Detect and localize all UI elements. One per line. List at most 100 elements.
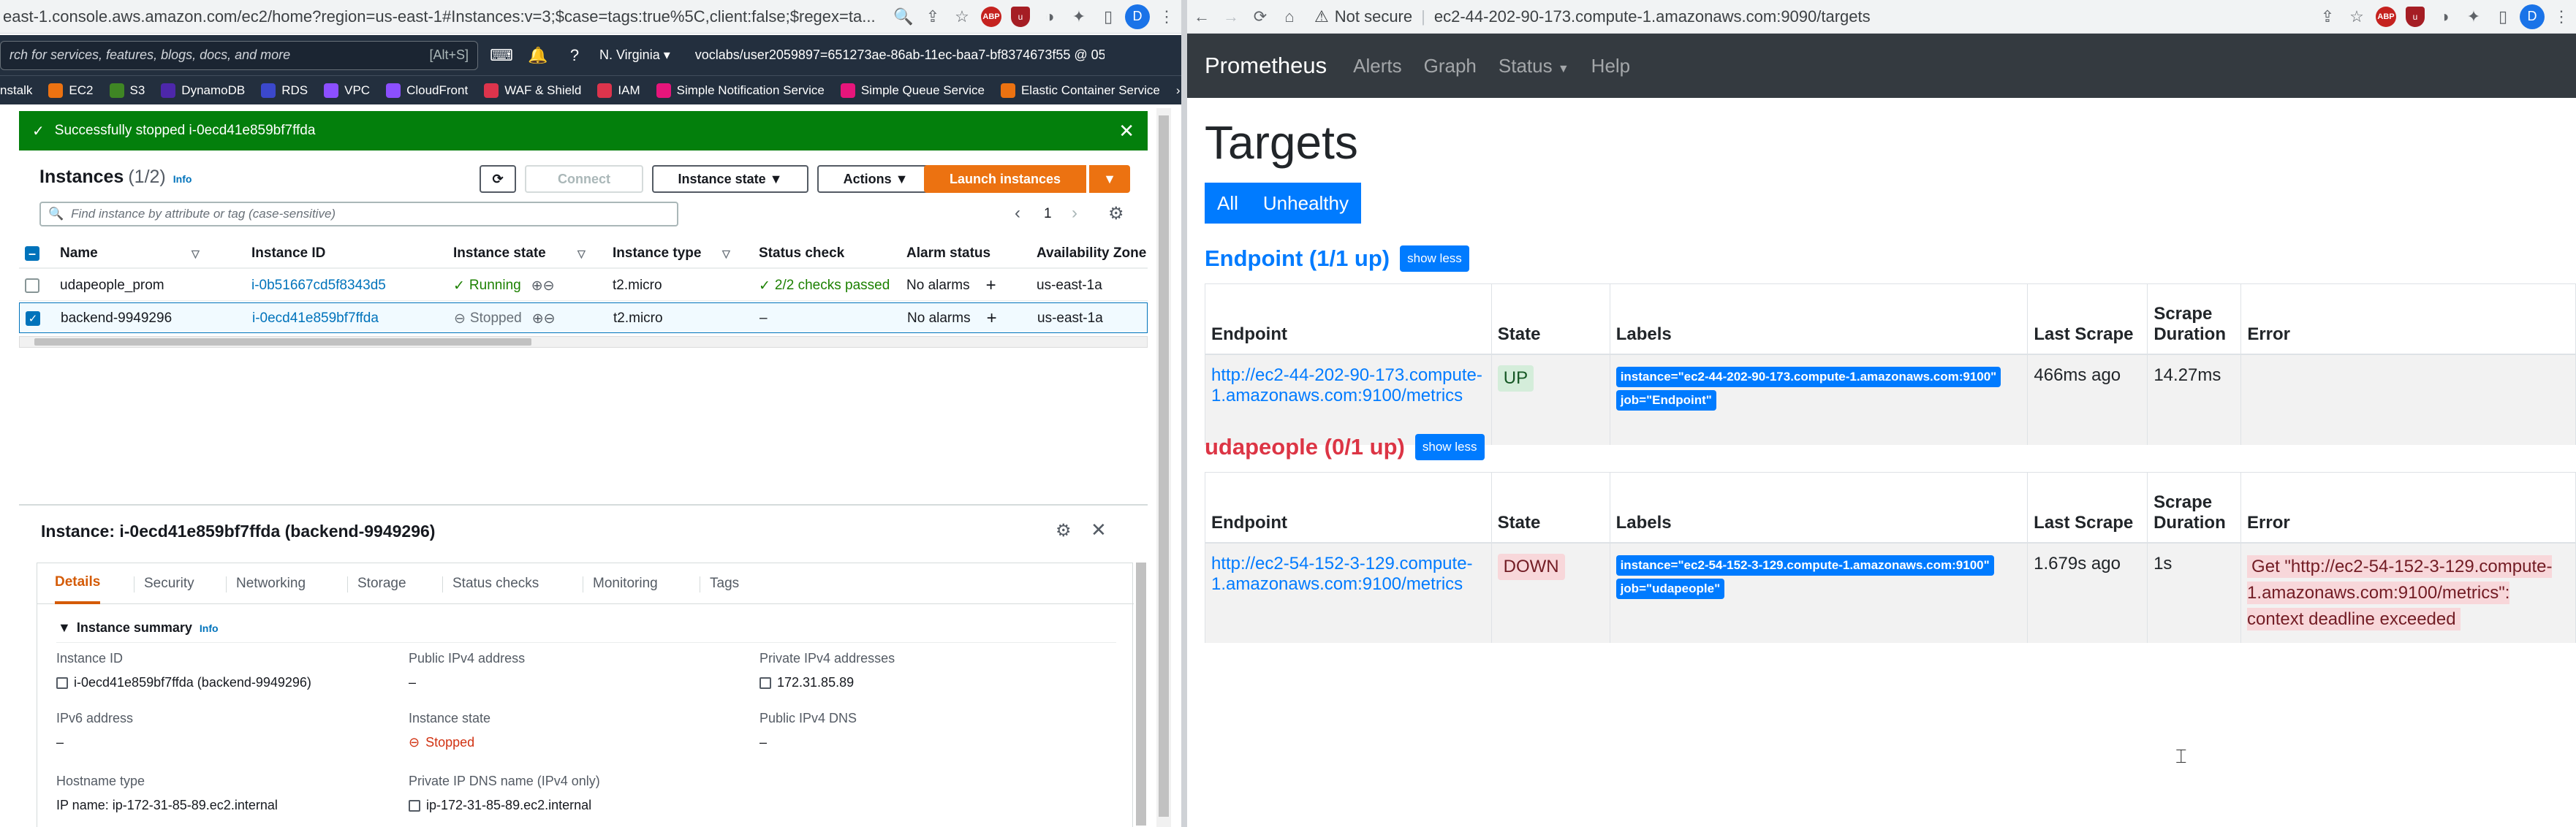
close-panel-icon[interactable]: ✕	[1091, 519, 1107, 541]
ublock-icon[interactable]: u	[2401, 2, 2430, 31]
nav-help[interactable]: Help	[1591, 55, 1630, 77]
tab-networking[interactable]: Networking	[236, 563, 306, 604]
star-icon[interactable]: ☆	[2342, 2, 2371, 31]
pool-title[interactable]: udapeople (0/1 up)	[1205, 434, 1405, 460]
left-address-bar[interactable]: east-1.console.aws.amazon.com/ec2/home?r…	[0, 0, 1181, 34]
star-icon[interactable]: ☆	[947, 2, 977, 31]
profile-avatar[interactable]: D	[1123, 2, 1152, 31]
forward-arrow-icon[interactable]: →	[1216, 2, 1246, 31]
favorites-more-icon[interactable]: ›	[1176, 83, 1181, 98]
column-header[interactable]: Status check	[759, 238, 844, 269]
help-icon[interactable]: ?	[560, 46, 589, 65]
horizontal-scrollbar[interactable]	[19, 336, 1148, 348]
extensions-icon[interactable]: ✦	[1064, 2, 1094, 31]
select-all-checkbox[interactable]: –	[25, 238, 39, 269]
sidebar-icon[interactable]: ▯	[1094, 2, 1123, 31]
next-page-icon[interactable]: ›	[1072, 203, 1077, 224]
extensions-icon[interactable]: ✦	[2459, 2, 2488, 31]
tab-storage[interactable]: Storage	[357, 563, 406, 604]
add-alarm-icon[interactable]: +	[987, 308, 997, 329]
info-link[interactable]: Info	[173, 173, 192, 185]
launch-instances-button[interactable]: Launch instances	[924, 165, 1086, 193]
favorite-vpc[interactable]: VPC	[324, 83, 370, 98]
tab-security[interactable]: Security	[144, 563, 194, 604]
column-header[interactable]: Alarm status	[906, 238, 990, 269]
nav-status[interactable]: Status ▼	[1499, 55, 1569, 77]
back-arrow-icon[interactable]: ←	[1187, 2, 1216, 31]
favorite-rds[interactable]: RDS	[261, 83, 308, 98]
endpoint-link[interactable]: http://ec2-54-152-3-129.compute-1.amazon…	[1211, 554, 1473, 594]
table-row[interactable]: udapeople_prom i-0b51667cd5f8343d5 ✓ Runnin…	[19, 270, 1148, 301]
copy-icon[interactable]	[759, 677, 771, 689]
copy-icon[interactable]	[56, 677, 68, 689]
show-less-button[interactable]: show less	[1414, 434, 1485, 460]
page-number[interactable]: 1	[1044, 206, 1052, 222]
region-selector[interactable]: N. Virginia ▾	[599, 47, 670, 63]
sort-icon[interactable]: ▽	[577, 248, 586, 260]
preferences-gear-icon[interactable]: ⚙	[1056, 520, 1072, 541]
favorite-simple-notification-service[interactable]: Simple Notification Service	[656, 83, 825, 98]
add-alarm-icon[interactable]: +	[986, 275, 996, 296]
column-header[interactable]: Instance ID	[251, 238, 325, 269]
tab-tags[interactable]: Tags	[710, 563, 739, 604]
menu-icon[interactable]: ⋮	[2547, 2, 2576, 31]
prev-page-icon[interactable]: ‹	[1015, 203, 1020, 224]
column-header[interactable]: Availability Zone	[1037, 238, 1146, 269]
zoom-icon[interactable]: ⊕⊖	[531, 278, 555, 294]
tab-status-checks[interactable]: Status checks	[452, 563, 539, 604]
filter-all-button[interactable]: All	[1205, 183, 1251, 224]
home-icon[interactable]: ⌂	[1275, 2, 1304, 31]
instance-id-link[interactable]: i-0b51667cd5f8343d5	[251, 278, 386, 294]
tab-details[interactable]: Details	[55, 563, 101, 604]
zoom-icon[interactable]: ⊕⊖	[532, 310, 556, 327]
window-divider[interactable]	[1181, 0, 1187, 827]
left-url[interactable]: east-1.console.aws.amazon.com/ec2/home?r…	[0, 7, 889, 26]
column-header[interactable]: Instance state ▽	[453, 238, 586, 269]
share-icon[interactable]: ⇪	[918, 2, 947, 31]
summary-heading[interactable]: ▼ Instance summary Info	[58, 620, 219, 636]
favorite-ec2[interactable]: EC2	[48, 83, 94, 98]
prometheus-brand[interactable]: Prometheus	[1205, 53, 1327, 79]
show-less-button[interactable]: show less	[1400, 245, 1469, 272]
search-icon[interactable]: 🔍	[889, 2, 918, 31]
adblock-icon[interactable]: ABP	[2371, 2, 2401, 31]
scrollbar-thumb[interactable]	[34, 338, 531, 346]
tab-monitoring[interactable]: Monitoring	[593, 563, 658, 604]
menu-icon[interactable]: ⋮	[1152, 2, 1181, 31]
refresh-button[interactable]: ⟳	[480, 165, 516, 193]
sort-icon[interactable]: ▽	[192, 248, 200, 260]
favorite-simple-queue-service[interactable]: Simple Queue Service	[840, 83, 985, 98]
ublock-icon[interactable]: u	[1006, 2, 1035, 31]
instance-state-button[interactable]: Instance state ▼	[652, 165, 808, 193]
connect-button[interactable]: Connect	[525, 165, 643, 193]
endpoint-link[interactable]: http://ec2-44-202-90-173.compute-1.amazo…	[1211, 365, 1482, 405]
reload-icon[interactable]: ⟳	[1246, 2, 1275, 31]
vertical-scrollbar[interactable]	[1156, 108, 1171, 827]
account-menu[interactable]: voclabs/user2059897=651273ae-86ab-11ec-b…	[695, 47, 1105, 63]
aws-search-input[interactable]: rch for services, features, blogs, docs,…	[0, 40, 478, 70]
column-header[interactable]: Name ▽	[60, 238, 200, 269]
right-address-bar[interactable]: ← → ⟳ ⌂ ⚠ Not secure | ec2-44-202-90-173.…	[1187, 0, 2576, 34]
share-icon[interactable]: ⇪	[2313, 2, 2342, 31]
favorite-elastic-container-service[interactable]: Elastic Container Service	[1000, 83, 1160, 98]
favorite-cloudfront[interactable]: CloudFront	[386, 83, 468, 98]
sort-icon[interactable]: ▽	[722, 248, 730, 260]
security-indicator[interactable]: ⚠ Not secure	[1314, 7, 1412, 26]
favorite-s3[interactable]: S3	[109, 83, 145, 98]
right-url[interactable]: ec2-44-202-90-173.compute-1.amazonaws.co…	[1434, 7, 2313, 26]
launch-dropdown-button[interactable]: ▼	[1089, 165, 1130, 193]
row-checkbox[interactable]: ✓	[26, 311, 40, 326]
nav-graph[interactable]: Graph	[1424, 55, 1477, 77]
column-header[interactable]: Instance type ▽	[613, 238, 730, 269]
filter-unhealthy-button[interactable]: Unhealthy	[1250, 183, 1361, 224]
cloudshell-icon[interactable]: ⌨	[487, 46, 516, 65]
favorite-iam[interactable]: IAM	[597, 83, 640, 98]
nav-alerts[interactable]: Alerts	[1353, 55, 1401, 77]
vscroll-thumb[interactable]	[1159, 115, 1169, 817]
profile-avatar[interactable]: D	[2518, 2, 2547, 31]
actions-button[interactable]: Actions ▼	[817, 165, 934, 193]
sync-icon[interactable]: ◑	[2430, 2, 2459, 31]
filter-input[interactable]: 🔍 Find instance by attribute or tag (cas…	[39, 202, 678, 226]
adblock-icon[interactable]: ABP	[977, 2, 1006, 31]
table-row[interactable]: ✓ backend-9949296 i-0ecd41e859bf7ffda ⊖ Stop…	[19, 302, 1148, 333]
